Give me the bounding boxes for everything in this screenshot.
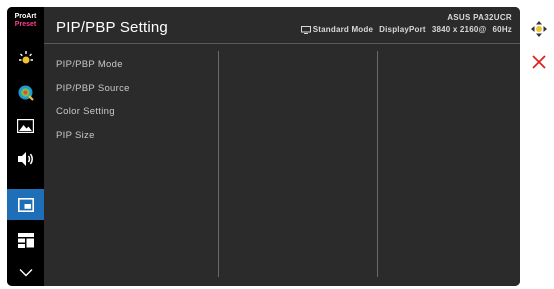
pip-pbp-icon xyxy=(17,197,34,212)
brand-line2: Preset xyxy=(14,21,37,28)
sidebar-item-color[interactable] xyxy=(7,78,44,108)
brightness-icon xyxy=(18,51,33,64)
sidebar-item-image[interactable] xyxy=(7,111,44,141)
menu-item-color-setting[interactable]: Color Setting xyxy=(56,106,130,130)
sidebar-item-brightness[interactable] xyxy=(7,44,44,74)
sidebar-item-system-setup[interactable] xyxy=(7,225,44,255)
system-setup-icon xyxy=(17,232,34,248)
sound-icon xyxy=(17,152,33,166)
close-button[interactable] xyxy=(532,55,546,74)
sidebar-item-pip-pbp[interactable] xyxy=(7,189,44,220)
sidebar: ProArt Preset xyxy=(7,7,44,286)
column-divider xyxy=(377,51,378,277)
sidebar-scroll-down[interactable] xyxy=(7,257,44,286)
input-source-value: DisplayPort xyxy=(379,25,426,34)
refresh-rate-value: 60Hz xyxy=(492,25,512,34)
status-bar: Standard Mode DisplayPort 3840 x 2160@ 6… xyxy=(300,25,512,34)
content-panel: PIP/PBP Setting ASUS PA32UCR Standard Mo… xyxy=(44,7,520,286)
monitor-model: ASUS PA32UCR xyxy=(447,13,512,22)
menu-item-pip-size[interactable]: PIP Size xyxy=(56,130,130,154)
brand-line1: ProArt xyxy=(14,13,37,20)
sidebar-item-sound[interactable] xyxy=(7,144,44,174)
move-icon xyxy=(531,21,547,37)
proart-preset-icon[interactable]: ProArt Preset xyxy=(11,13,40,35)
close-icon xyxy=(532,55,546,69)
chevron-down-icon xyxy=(19,268,32,276)
submenu-list: PIP/PBP Mode PIP/PBP Source Color Settin… xyxy=(56,59,130,153)
color-mode-value: Standard Mode xyxy=(312,25,374,34)
menu-item-pip-pbp-mode[interactable]: PIP/PBP Mode xyxy=(56,59,130,83)
menu-item-pip-pbp-source[interactable]: PIP/PBP Source xyxy=(56,83,130,107)
resolution-value: 3840 x 2160@ xyxy=(431,25,487,34)
header-divider xyxy=(44,43,520,44)
image-icon xyxy=(17,119,34,133)
color-icon xyxy=(18,85,34,101)
column-divider xyxy=(218,51,219,277)
navigate-control[interactable] xyxy=(531,21,547,42)
monitor-icon xyxy=(300,25,311,34)
osd-menu: ProArt Preset PIP/PBP Setting ASUS PA32U… xyxy=(7,7,520,286)
page-title: PIP/PBP Setting xyxy=(56,19,168,36)
